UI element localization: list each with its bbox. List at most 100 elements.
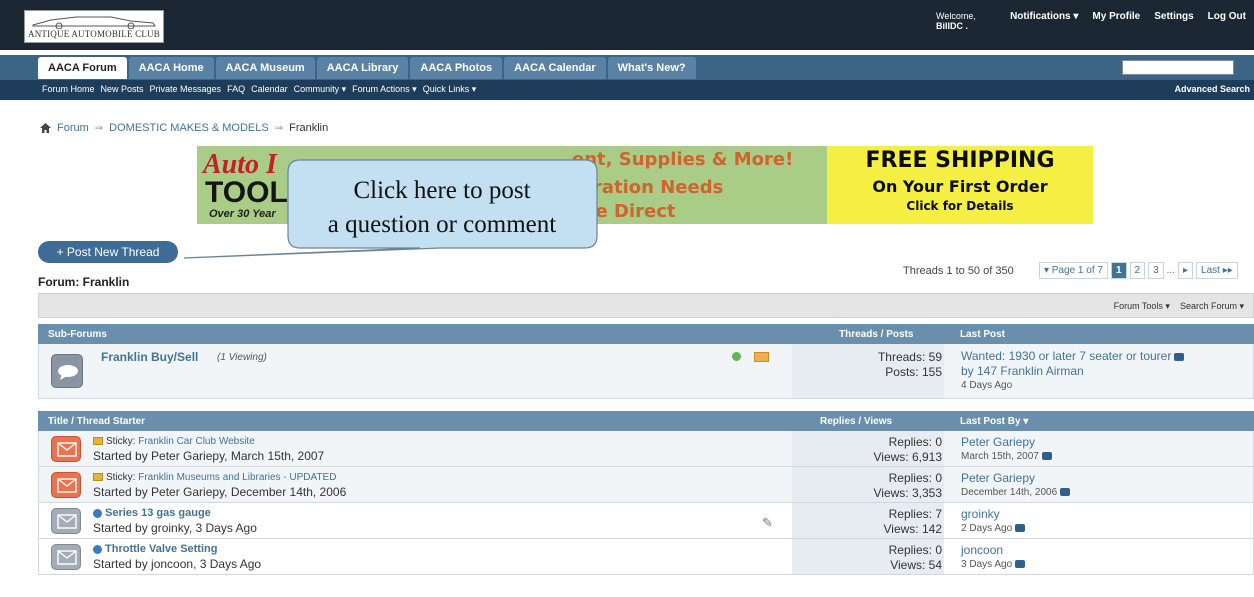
subforum-last-post-link[interactable]: Wanted: 1930 or later 7 seater or tourer bbox=[961, 349, 1171, 363]
go-to-post-icon[interactable] bbox=[1060, 488, 1071, 497]
nav-new-posts[interactable]: New Posts bbox=[101, 84, 144, 95]
free-shipping-panel[interactable]: FREE SHIPPING On Your First Order Click … bbox=[827, 146, 1093, 224]
nav-quick-links-menu[interactable]: Quick Links ▾ bbox=[423, 84, 477, 95]
thread-title-link[interactable]: Sticky: Franklin Museums and Libraries -… bbox=[93, 472, 336, 483]
breadcrumb-category[interactable]: DOMESTIC MAKES & MODELS bbox=[109, 122, 269, 134]
post-new-thread-button[interactable]: + Post New Thread bbox=[38, 241, 178, 263]
subforum-last-post-by[interactable]: by 147 Franklin Airman bbox=[961, 364, 1084, 378]
attachment-icon[interactable]: ✎ bbox=[762, 515, 773, 531]
thread-replies: Replies: 0 bbox=[888, 543, 942, 557]
nav-community-menu[interactable]: Community ▾ bbox=[294, 84, 347, 95]
logo-text: ANTIQUE AUTOMOBILE CLUB bbox=[28, 29, 160, 39]
thread-last-date-text: December 14th, 2006 bbox=[961, 487, 1058, 498]
thread-last-post-date: December 14th, 2006 bbox=[961, 487, 1071, 498]
go-to-post-icon[interactable] bbox=[1015, 524, 1026, 533]
tab-aaca-forum[interactable]: AACA Forum bbox=[38, 57, 127, 79]
subforum-mail-icon[interactable] bbox=[754, 352, 769, 362]
tab-aaca-home[interactable]: AACA Home bbox=[128, 57, 214, 79]
home-icon[interactable] bbox=[40, 123, 51, 133]
sticky-prefix: Sticky: bbox=[106, 472, 136, 483]
thread-last-date-text: March 15th, 2007 bbox=[961, 451, 1039, 462]
thread-replies: Replies: 7 bbox=[888, 507, 942, 521]
thread-title-link[interactable]: Sticky: Franklin Car Club Website bbox=[93, 436, 255, 447]
forum-tools-bar bbox=[38, 293, 1254, 318]
nav-calendar[interactable]: Calendar bbox=[251, 84, 288, 95]
thread-title-text[interactable]: Series 13 gas gauge bbox=[105, 507, 211, 519]
thread-title-link[interactable]: Throttle Valve Setting bbox=[93, 543, 217, 555]
subforum-name-link[interactable]: Franklin Buy/Sell bbox=[101, 350, 198, 364]
car-logo-icon bbox=[32, 16, 156, 29]
thread-icon bbox=[51, 508, 81, 534]
tab-aaca-museum[interactable]: AACA Museum bbox=[215, 57, 315, 79]
banner-ad[interactable]: Auto I TOOL Over 30 Year ent, Supplies &… bbox=[197, 146, 1093, 224]
thread-last-date-text: 3 Days Ago bbox=[961, 559, 1013, 570]
page-2[interactable]: 2 bbox=[1129, 262, 1146, 279]
page-of-dropdown[interactable]: ▾ Page 1 of 7 bbox=[1039, 262, 1108, 279]
forum-tools-menu[interactable]: Forum Tools ▾ bbox=[1114, 301, 1170, 312]
thread-last-post-by[interactable]: joncoon bbox=[961, 543, 1003, 557]
thread-title-text[interactable]: Franklin Museums and Libraries - UPDATED bbox=[138, 472, 336, 483]
welcome-text: Welcome, BillDC . bbox=[936, 11, 988, 31]
subforum-threads: Threads: 59 bbox=[877, 350, 942, 364]
tab-aaca-photos[interactable]: AACA Photos bbox=[410, 57, 503, 79]
next-page-button[interactable]: ▸ bbox=[1177, 262, 1194, 279]
tab-aaca-calendar[interactable]: AACA Calendar bbox=[504, 57, 606, 79]
top-header bbox=[0, 0, 1254, 50]
my-profile-link[interactable]: My Profile bbox=[1092, 11, 1140, 22]
notifications-menu[interactable]: Notifications ▾ bbox=[1010, 11, 1078, 22]
settings-link[interactable]: Settings bbox=[1154, 11, 1193, 22]
thread-title-text[interactable]: Throttle Valve Setting bbox=[105, 543, 217, 555]
free-shipping-details: Click for Details bbox=[906, 199, 1014, 213]
breadcrumb-forum[interactable]: Forum bbox=[57, 122, 89, 134]
banner-years: Over 30 Year bbox=[209, 208, 276, 220]
thread-title-link[interactable]: Series 13 gas gauge bbox=[93, 507, 211, 519]
subforum-rss-icon[interactable] bbox=[732, 352, 741, 361]
go-to-post-icon[interactable] bbox=[1174, 352, 1185, 361]
threads-stats-col[interactable]: Replies / Views bbox=[820, 416, 892, 427]
sticky-prefix: Sticky: bbox=[106, 436, 136, 447]
nav-forum-home[interactable]: Forum Home bbox=[42, 84, 95, 95]
forum-title: Forum: Franklin bbox=[38, 275, 130, 289]
page-3[interactable]: 3 bbox=[1148, 262, 1164, 279]
tab-aaca-library[interactable]: AACA Library bbox=[316, 57, 409, 79]
threads-title-col[interactable]: Title / Thread Starter bbox=[48, 416, 145, 427]
username-link[interactable]: BillDC . bbox=[936, 21, 988, 31]
last-page-button[interactable]: Last ▸▸ bbox=[1196, 262, 1238, 279]
nav-forum-actions-menu[interactable]: Forum Actions ▾ bbox=[352, 84, 417, 95]
search-forum-menu[interactable]: Search Forum ▾ bbox=[1180, 301, 1244, 312]
new-post-icon[interactable] bbox=[93, 544, 102, 554]
thread-last-post-date: March 15th, 2007 bbox=[961, 451, 1052, 462]
thread-row[interactable]: Throttle Valve Setting Started by joncoo… bbox=[38, 539, 1254, 575]
thread-last-date-text: 2 Days Ago bbox=[961, 523, 1013, 534]
subforum-icon bbox=[51, 354, 83, 388]
logout-link[interactable]: Log Out bbox=[1208, 11, 1246, 22]
sticky-folder-icon bbox=[93, 437, 103, 446]
thread-last-post-by[interactable]: Peter Gariepy bbox=[961, 471, 1035, 485]
thread-last-post-by[interactable]: groinky bbox=[961, 507, 1000, 521]
go-to-post-icon[interactable] bbox=[1041, 452, 1052, 461]
sticky-folder-icon bbox=[93, 473, 103, 482]
breadcrumb: Forum ⇒ DOMESTIC MAKES & MODELS ⇒ Frankl… bbox=[40, 122, 328, 134]
subforum-viewing: (1 Viewing) bbox=[217, 352, 267, 363]
go-to-post-icon[interactable] bbox=[1015, 560, 1026, 569]
site-logo[interactable]: ANTIQUE AUTOMOBILE CLUB bbox=[24, 10, 164, 43]
thread-row[interactable]: Sticky: Franklin Car Club Website Starte… bbox=[38, 431, 1254, 467]
new-post-icon[interactable] bbox=[93, 508, 102, 518]
threads-last-col[interactable]: Last Post By ▾ bbox=[960, 416, 1028, 427]
nav-faq[interactable]: FAQ bbox=[227, 84, 245, 95]
thread-last-post-by[interactable]: Peter Gariepy bbox=[961, 435, 1035, 449]
tab-whats-new[interactable]: What's New? bbox=[607, 57, 696, 79]
threads-count: Threads 1 to 50 of 350 bbox=[903, 265, 1014, 277]
banner-text-line2: toration Needs bbox=[572, 177, 724, 198]
nav-private-messages[interactable]: Private Messages bbox=[150, 84, 222, 95]
subforums-header: Sub-Forums Threads / Posts Last Post bbox=[38, 324, 1254, 344]
sticky-thread-icon bbox=[51, 436, 81, 462]
subforums-title: Sub-Forums bbox=[48, 329, 107, 340]
search-input[interactable] bbox=[1122, 60, 1234, 75]
thread-title-text[interactable]: Franklin Car Club Website bbox=[138, 436, 255, 447]
thread-row[interactable]: Sticky: Franklin Museums and Libraries -… bbox=[38, 467, 1254, 503]
thread-row[interactable]: Series 13 gas gauge Started by groinky, … bbox=[38, 503, 1254, 539]
page-1[interactable]: 1 bbox=[1110, 262, 1127, 279]
advanced-search-link[interactable]: Advanced Search bbox=[1174, 84, 1250, 94]
subforum-last-post-title[interactable]: Wanted: 1930 or later 7 seater or tourer bbox=[961, 349, 1185, 363]
